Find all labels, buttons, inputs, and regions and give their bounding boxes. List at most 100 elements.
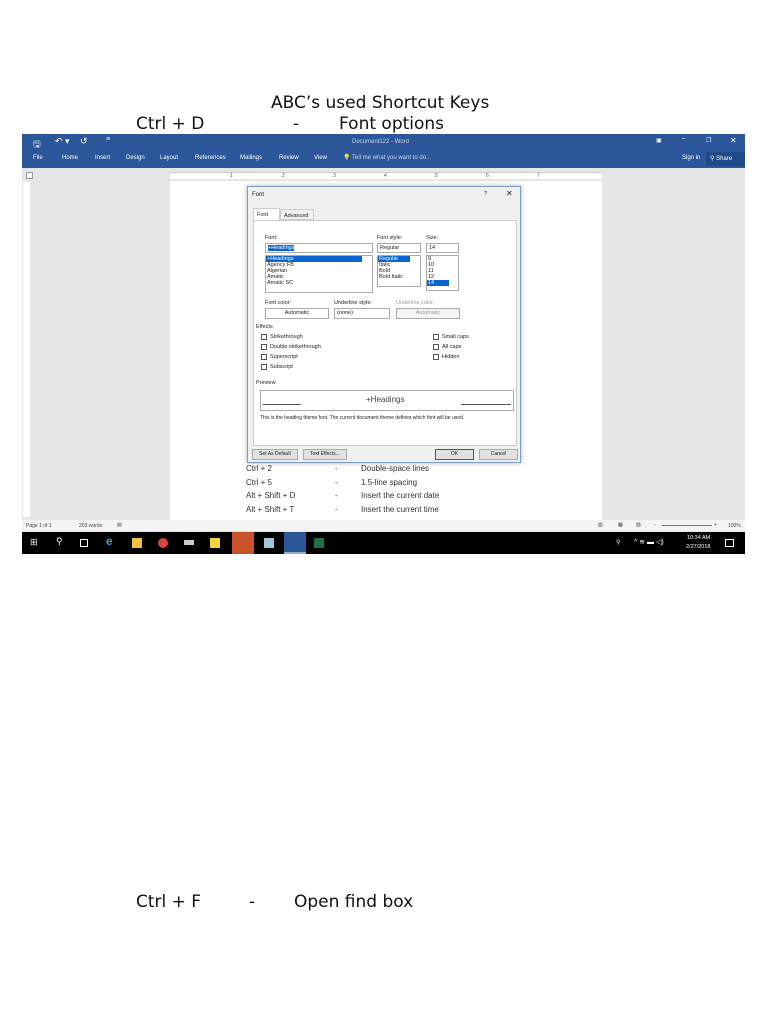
notifications-icon[interactable] bbox=[725, 539, 734, 547]
small-caps-checkbox[interactable] bbox=[433, 334, 439, 340]
hidden-checkbox[interactable] bbox=[433, 354, 439, 360]
file-explorer-icon[interactable] bbox=[132, 538, 142, 548]
system-tray-icons[interactable]: ^ ≋ ▬ ◁) bbox=[634, 538, 674, 548]
customize-icon[interactable]: ≡ bbox=[106, 136, 110, 143]
font-input[interactable]: +Headings bbox=[265, 243, 373, 253]
word-icon[interactable] bbox=[284, 532, 306, 554]
tab-file[interactable]: File bbox=[33, 155, 43, 161]
undo-icon[interactable]: ↶ ▾ bbox=[55, 136, 70, 147]
tab-view[interactable]: View bbox=[314, 155, 327, 161]
double-strikethrough-checkbox[interactable] bbox=[261, 344, 267, 350]
clock-time[interactable]: 10:34 AM bbox=[687, 535, 710, 541]
word-count[interactable]: 203 words bbox=[79, 523, 102, 529]
checkbox-label: Subscript bbox=[270, 364, 293, 370]
web-layout-icon[interactable]: ▧ bbox=[636, 522, 641, 528]
font-color-select[interactable]: Automatic bbox=[265, 308, 329, 319]
page-count[interactable]: Page 1 of 1 bbox=[26, 523, 52, 529]
title-bar: 🖫 ↶ ▾ ↺ ≡ Document122 - Word ▣ – ❐ ✕ Fil… bbox=[22, 134, 745, 168]
proofing-icon[interactable]: ▤ bbox=[117, 522, 122, 528]
size-label: Size: bbox=[426, 235, 439, 241]
tab-design[interactable]: Design bbox=[126, 155, 145, 161]
line-sep: - bbox=[335, 478, 338, 487]
tab-mailings[interactable]: Mailings bbox=[240, 155, 262, 161]
ok-button[interactable]: OK bbox=[435, 449, 474, 460]
horizontal-ruler[interactable]: 1 2 3 4 5 6 7 bbox=[170, 172, 602, 179]
tab-references[interactable]: References bbox=[195, 155, 226, 161]
set-as-default-button[interactable]: Set As Default bbox=[252, 449, 298, 460]
zoom-level[interactable]: 100% bbox=[728, 523, 741, 529]
tab-insert[interactable]: Insert bbox=[95, 155, 110, 161]
shortcut-keys: Ctrl + F bbox=[136, 892, 202, 912]
vertical-ruler[interactable] bbox=[23, 182, 30, 517]
print-layout-icon[interactable]: ▦ bbox=[618, 522, 623, 528]
minimize-icon[interactable]: – bbox=[682, 136, 685, 142]
font-list[interactable]: +Headings Agency FB Algerian Amatic Amat… bbox=[265, 255, 373, 293]
redo-icon[interactable]: ↺ bbox=[80, 136, 88, 147]
people-icon[interactable]: ⚲ bbox=[616, 539, 626, 549]
shortcut-keys: Ctrl + D bbox=[136, 114, 205, 134]
superscript-checkbox[interactable] bbox=[261, 354, 267, 360]
ruler-number: 4 bbox=[384, 173, 387, 179]
checkbox-label: Superscript bbox=[270, 354, 298, 360]
list-item[interactable]: Bold Italic bbox=[378, 274, 420, 280]
shortcut-separator: - bbox=[249, 892, 256, 912]
zoom-in-icon[interactable]: + bbox=[714, 522, 717, 528]
style-input[interactable]: Regular bbox=[377, 243, 421, 253]
task-view-icon[interactable] bbox=[80, 539, 88, 547]
search-icon[interactable]: ⚲ bbox=[56, 536, 66, 546]
tab-panel bbox=[253, 220, 517, 446]
line-keys: Alt + Shift + T bbox=[246, 505, 295, 514]
app-icon[interactable] bbox=[184, 540, 194, 545]
read-mode-icon[interactable]: ▥ bbox=[598, 522, 603, 528]
font-dialog: Font ? ✕ Font Advanced Font: +Headings +… bbox=[247, 186, 521, 463]
tell-me-search[interactable]: Tell me what you want to do... bbox=[352, 155, 431, 161]
excel-icon[interactable] bbox=[314, 538, 324, 548]
app-icon[interactable] bbox=[264, 538, 274, 548]
all-caps-checkbox[interactable] bbox=[433, 344, 439, 350]
size-list[interactable]: 9 10 11 12 14 bbox=[426, 255, 459, 291]
powerpoint-icon[interactable] bbox=[232, 532, 254, 554]
save-icon[interactable]: 🖫 bbox=[33, 137, 41, 153]
close-icon[interactable]: ✕ bbox=[506, 189, 513, 198]
underline-color-label: Underline color: bbox=[396, 300, 435, 306]
strikethrough-checkbox[interactable] bbox=[261, 334, 267, 340]
ruler-number: 3 bbox=[333, 173, 336, 179]
font-input-value: +Headings bbox=[268, 245, 295, 251]
list-item[interactable]: Amatic SC bbox=[266, 280, 372, 286]
sticky-notes-icon[interactable] bbox=[210, 538, 220, 548]
document-heading: ABC’s used Shortcut Keys bbox=[271, 93, 490, 113]
tab-review[interactable]: Review bbox=[279, 155, 299, 161]
size-input[interactable]: 14 bbox=[426, 243, 459, 253]
font-label: Font: bbox=[265, 235, 278, 241]
style-list[interactable]: Regular Italic Bold Bold Italic bbox=[377, 255, 421, 287]
zoom-slider[interactable] bbox=[662, 525, 712, 526]
list-item[interactable]: 14 bbox=[427, 280, 449, 286]
shortcut-separator: - bbox=[293, 114, 300, 134]
taskbar: ⊞ ⚲ e ⚲ ^ ≋ ▬ ◁) 10:34 AM 2/27/2018 bbox=[22, 532, 745, 554]
tab-font[interactable]: Font bbox=[253, 208, 280, 220]
help-button[interactable]: ? bbox=[484, 191, 487, 197]
subscript-checkbox[interactable] bbox=[261, 364, 267, 370]
share-label: Share bbox=[716, 156, 733, 162]
sign-in-link[interactable]: Sign in bbox=[682, 155, 700, 161]
tab-layout[interactable]: Layout bbox=[160, 155, 178, 161]
window-title: Document122 - Word bbox=[352, 139, 409, 145]
windows-start-icon[interactable]: ⊞ bbox=[30, 537, 40, 547]
tab-selector[interactable] bbox=[26, 172, 33, 179]
zoom-out-icon[interactable]: - bbox=[654, 522, 656, 528]
maximize-icon[interactable]: ❐ bbox=[706, 137, 711, 144]
cancel-button[interactable]: Cancel bbox=[479, 449, 518, 460]
underline-style-label: Underline style: bbox=[334, 300, 372, 306]
tab-home[interactable]: Home bbox=[62, 155, 78, 161]
status-bar: Page 1 of 1 203 words ▤ ▥ ▦ ▧ - + 100% bbox=[22, 520, 745, 531]
tab-advanced[interactable]: Advanced bbox=[280, 209, 314, 220]
dialog-title: Font bbox=[252, 192, 265, 198]
chrome-icon[interactable] bbox=[158, 538, 168, 548]
share-button[interactable]: ⚲ Share bbox=[706, 152, 745, 166]
close-icon[interactable]: ✕ bbox=[730, 136, 737, 145]
ribbon-options-icon[interactable]: ▣ bbox=[656, 137, 662, 144]
text-effects-button[interactable]: Text Effects... bbox=[303, 449, 347, 460]
edge-icon[interactable]: e bbox=[106, 534, 116, 548]
underline-style-select[interactable]: (none) bbox=[334, 308, 390, 319]
clock-date[interactable]: 2/27/2018 bbox=[686, 544, 710, 550]
